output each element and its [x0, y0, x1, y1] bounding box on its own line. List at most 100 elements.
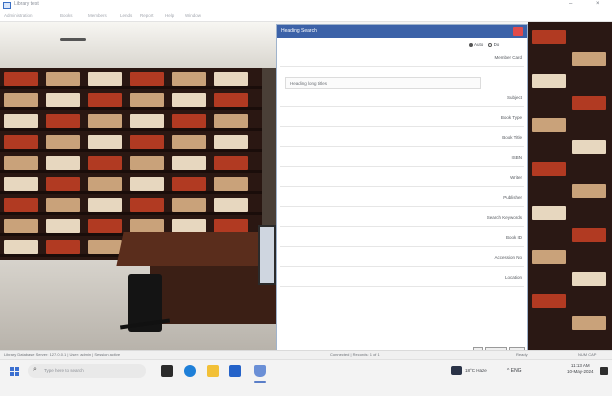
- menu-books[interactable]: Books: [60, 13, 73, 18]
- field-divider: [280, 186, 524, 187]
- search-field-row[interactable]: Subject: [278, 93, 526, 107]
- book-group: [46, 198, 80, 212]
- book-group: [88, 114, 122, 128]
- search-field-label: Book Title: [502, 135, 522, 140]
- close-window-button[interactable]: ×: [596, 1, 600, 7]
- notification-icon[interactable]: [600, 367, 608, 375]
- menu-administration[interactable]: Administration: [4, 13, 33, 18]
- book-group: [88, 135, 122, 149]
- heading-search-input[interactable]: Heading long titles: [285, 77, 481, 89]
- menu-window[interactable]: Window: [185, 13, 201, 18]
- edge-browser-icon[interactable]: [184, 365, 196, 377]
- book-group: [4, 198, 38, 212]
- windows-start-icon[interactable]: [10, 367, 19, 376]
- search-field-label: Writer: [510, 175, 522, 180]
- field-divider: [280, 66, 524, 67]
- field-divider: [280, 246, 524, 247]
- search-field-row[interactable]: Book ID: [278, 233, 526, 247]
- book-group: [572, 96, 606, 110]
- taskbar-search-box[interactable]: ⌕ Type here to search: [28, 364, 146, 378]
- app-icon: [3, 2, 11, 9]
- book-group: [130, 135, 164, 149]
- book-group: [130, 156, 164, 170]
- clock[interactable]: 11:13 AM 10-May-2024: [567, 363, 594, 375]
- book-group: [532, 162, 566, 176]
- search-field-row[interactable]: Search Keywords: [278, 213, 526, 227]
- book-group: [572, 52, 606, 66]
- field-divider: [280, 266, 524, 267]
- book-group: [172, 93, 206, 107]
- book-group: [532, 294, 566, 308]
- book-group: [130, 198, 164, 212]
- search-field-row[interactable]: Writer: [278, 173, 526, 187]
- book-group: [4, 156, 38, 170]
- book-group: [532, 74, 566, 88]
- app-title: Library test: [14, 1, 39, 7]
- reading-desk: [116, 232, 276, 266]
- search-icon: ⌕: [33, 366, 37, 373]
- search-field-row[interactable]: ISBN: [278, 153, 526, 167]
- book-group: [214, 219, 248, 233]
- menu-bar: Administration Books Members Lends Repor…: [0, 12, 612, 22]
- menu-lends[interactable]: Lends: [120, 13, 132, 18]
- ceiling-light: [60, 38, 86, 41]
- heading-search-dialog: Heading Search Auto Do Heading long titl…: [276, 24, 528, 358]
- search-field-label: Accession No: [494, 255, 522, 260]
- library-background-image: [0, 22, 276, 350]
- search-field-label: Book ID: [505, 235, 522, 240]
- system-tray[interactable]: ^ ENG: [507, 368, 522, 374]
- book-group: [572, 184, 606, 198]
- desktop-screen: Library test – × Administration Books Me…: [0, 0, 612, 396]
- menu-help[interactable]: Help: [165, 13, 174, 18]
- minimize-button[interactable]: –: [569, 1, 572, 7]
- search-field-row[interactable]: Location: [278, 273, 526, 287]
- mail-app-icon[interactable]: [229, 365, 241, 377]
- clock-date: 10-May-2024: [567, 369, 594, 374]
- book-group: [572, 272, 606, 286]
- active-app-indicator: [254, 381, 266, 383]
- menu-report[interactable]: Report: [140, 13, 154, 18]
- book-group: [214, 93, 248, 107]
- menu-members[interactable]: Members: [88, 13, 107, 18]
- search-field-row[interactable]: Book Title: [278, 133, 526, 147]
- search-field-row[interactable]: Accession No: [278, 253, 526, 267]
- field-divider: [280, 106, 524, 107]
- search-field-row[interactable]: Publisher: [278, 193, 526, 207]
- search-field-label: Publisher: [503, 195, 522, 200]
- search-field-label: Subject: [506, 95, 522, 100]
- book-group: [572, 140, 606, 154]
- book-group: [130, 177, 164, 191]
- search-field-label: ISBN: [511, 155, 522, 160]
- book-group: [4, 240, 38, 254]
- search-field-row[interactable]: Book Type: [278, 113, 526, 127]
- book-group: [214, 177, 248, 191]
- book-group: [46, 72, 80, 86]
- app-titlebar: Library test – ×: [0, 0, 612, 12]
- weather-text[interactable]: 18°C Haze: [465, 368, 487, 373]
- dialog-close-button[interactable]: [513, 27, 523, 36]
- book-group: [532, 30, 566, 44]
- book-group: [46, 114, 80, 128]
- book-group: [214, 72, 248, 86]
- book-group: [46, 93, 80, 107]
- library-app-icon[interactable]: [254, 365, 266, 377]
- book-group: [46, 240, 80, 254]
- book-group: [172, 156, 206, 170]
- search-field-row[interactable]: Member Card: [278, 53, 526, 67]
- field-divider: [280, 146, 524, 147]
- status-left: Library Database Server: 127.0.0.1 | Use…: [4, 352, 121, 357]
- radio-do[interactable]: [488, 42, 493, 47]
- weather-icon[interactable]: [451, 366, 462, 375]
- file-explorer-icon[interactable]: [207, 365, 219, 377]
- book-group: [46, 219, 80, 233]
- radio-auto[interactable]: [469, 42, 473, 47]
- field-divider: [280, 206, 524, 207]
- book-group: [532, 250, 566, 264]
- shelf-board: [0, 191, 262, 194]
- shelf-board: [0, 86, 262, 89]
- status-bar: Library Database Server: 127.0.0.1 | Use…: [0, 350, 612, 359]
- book-group: [172, 72, 206, 86]
- book-group: [88, 72, 122, 86]
- task-view-icon[interactable]: [161, 365, 173, 377]
- book-group: [130, 72, 164, 86]
